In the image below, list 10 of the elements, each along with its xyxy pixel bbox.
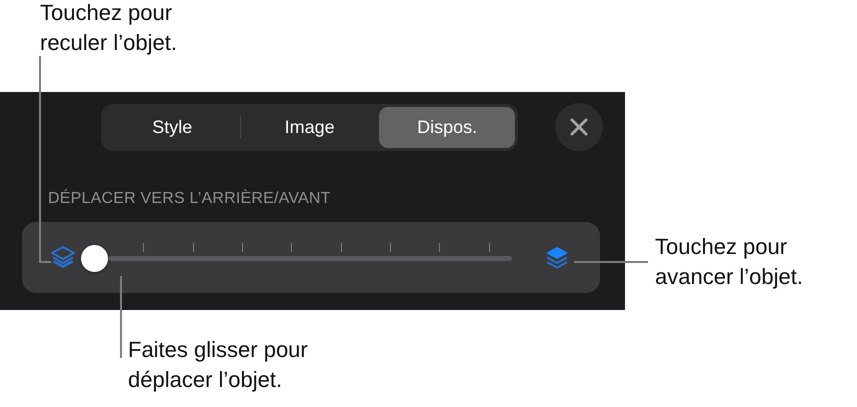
slider-thumb[interactable] [81, 244, 108, 272]
section-label: DÉPLACER VERS L’ARRIÈRE/AVANT [48, 190, 332, 208]
tab[interactable]: Dispos. [378, 106, 516, 148]
callout-text: Faites glisser pour déplacer l’objet. [128, 336, 308, 394]
close-icon [569, 117, 590, 137]
callout-text: Touchez pour reculer l’objet. [40, 0, 177, 57]
tab[interactable]: Style [104, 106, 240, 148]
tab[interactable]: Image [241, 106, 378, 148]
close-button[interactable] [555, 103, 603, 151]
callout-text: Touchez pour avancer l’objet. [655, 233, 803, 291]
